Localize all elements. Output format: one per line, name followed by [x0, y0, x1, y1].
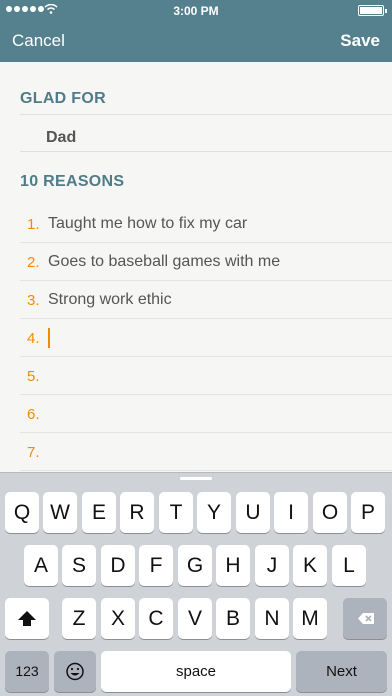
key-i[interactable]: I: [274, 492, 308, 533]
reason-row[interactable]: 5.: [0, 357, 392, 395]
reason-row[interactable]: 2. Goes to baseball games with me: [0, 243, 392, 281]
glad-for-name-field[interactable]: Dad: [46, 129, 76, 147]
key-w[interactable]: W: [43, 492, 77, 533]
reason-row[interactable]: 1. Taught me how to fix my car: [0, 205, 392, 243]
next-key[interactable]: Next: [296, 651, 387, 692]
key-d[interactable]: D: [101, 545, 135, 586]
key-q[interactable]: Q: [5, 492, 39, 533]
space-key[interactable]: space: [101, 651, 291, 692]
key-h[interactable]: H: [216, 545, 250, 586]
key-v[interactable]: V: [178, 598, 212, 639]
nav-bar: 3:00 PM Cancel Save: [0, 0, 392, 62]
key-a[interactable]: A: [24, 545, 58, 586]
key-p[interactable]: P: [351, 492, 385, 533]
keyboard-grabber[interactable]: [180, 477, 212, 480]
key-z[interactable]: Z: [62, 598, 96, 639]
reason-number: 4.: [27, 330, 40, 347]
backspace-icon: [358, 613, 374, 624]
key-g[interactable]: G: [178, 545, 212, 586]
key-c[interactable]: C: [139, 598, 173, 639]
key-r[interactable]: R: [120, 492, 154, 533]
key-y[interactable]: Y: [197, 492, 231, 533]
delete-key[interactable]: [343, 598, 387, 639]
key-f[interactable]: F: [139, 545, 173, 586]
save-button[interactable]: Save: [340, 31, 380, 51]
reason-row[interactable]: 3. Strong work ethic: [0, 281, 392, 319]
reason-text[interactable]: Goes to baseball games with me: [48, 253, 280, 271]
key-k[interactable]: K: [293, 545, 327, 586]
status-time: 3:00 PM: [173, 4, 219, 18]
divider: [20, 114, 392, 115]
reason-text[interactable]: Taught me how to fix my car: [48, 215, 247, 233]
reason-number: 1.: [27, 216, 40, 233]
key-l[interactable]: L: [332, 545, 366, 586]
key-b[interactable]: B: [216, 598, 250, 639]
reason-number: 7.: [27, 444, 40, 461]
key-x[interactable]: X: [101, 598, 135, 639]
reason-row[interactable]: 7.: [0, 433, 392, 471]
key-e[interactable]: E: [82, 492, 116, 533]
shift-arrow-icon: [18, 611, 36, 626]
key-s[interactable]: S: [62, 545, 96, 586]
glad-for-heading: GLAD FOR: [20, 90, 106, 107]
reason-row[interactable]: 6.: [0, 395, 392, 433]
key-o[interactable]: O: [313, 492, 347, 533]
reasons-heading: 10 REASONS: [20, 173, 125, 190]
text-cursor: [48, 328, 50, 348]
reason-number: 2.: [27, 254, 40, 271]
battery-icon: [358, 5, 387, 16]
reason-text[interactable]: Strong work ethic: [48, 291, 172, 309]
reason-number: 3.: [27, 292, 40, 309]
keyboard: Q W E R T Y U I O P A S D F G H J K L Z …: [0, 472, 392, 696]
cancel-button[interactable]: Cancel: [12, 31, 65, 51]
divider: [20, 151, 392, 152]
key-u[interactable]: U: [236, 492, 270, 533]
entry-form: GLAD FOR Dad 10 REASONS 1. Taught me how…: [0, 62, 392, 472]
key-j[interactable]: J: [255, 545, 289, 586]
emoji-key[interactable]: [54, 651, 96, 692]
emoji-icon: [66, 662, 84, 681]
reason-number: 5.: [27, 368, 40, 385]
key-t[interactable]: T: [159, 492, 193, 533]
key-m[interactable]: M: [293, 598, 327, 639]
shift-key[interactable]: [5, 598, 49, 639]
numbers-key[interactable]: 123: [5, 651, 49, 692]
key-n[interactable]: N: [255, 598, 289, 639]
reason-number: 6.: [27, 406, 40, 423]
reason-row[interactable]: 4.: [0, 319, 392, 357]
status-bar: 3:00 PM: [0, 0, 392, 22]
